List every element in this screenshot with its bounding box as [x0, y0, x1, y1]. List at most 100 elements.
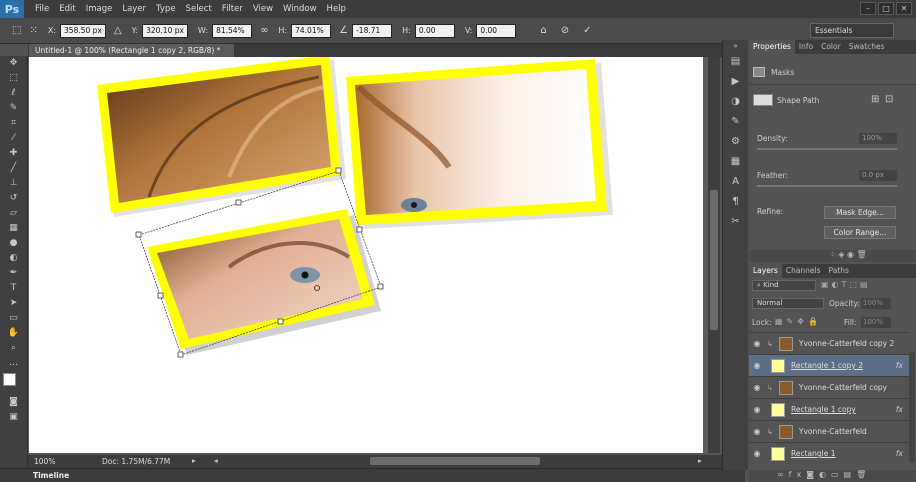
- layer-thumbnail[interactable]: [778, 380, 793, 395]
- properties-footer-icons[interactable]: ⁘ ◈ ◉ 🗑: [749, 250, 916, 262]
- layer-name[interactable]: Rectangle 1 copy: [791, 405, 896, 414]
- menu-edit[interactable]: Edit: [54, 0, 80, 18]
- layer-row[interactable]: ◉ ↳ Yvonne-Catterfeld: [749, 420, 909, 442]
- layer-thumbnail[interactable]: [771, 446, 785, 461]
- layer-row[interactable]: ◉ Rectangle 1 fx: [749, 442, 909, 464]
- canvas[interactable]: [29, 57, 703, 453]
- document-tab[interactable]: Untitled-1 @ 100% (Rectangle 1 copy 2, R…: [29, 44, 234, 68]
- brush-tool-icon[interactable]: ╱: [0, 161, 27, 176]
- commit-transform-icon[interactable]: ✓: [583, 25, 591, 36]
- layer-name[interactable]: Rectangle 1 copy 2: [791, 361, 896, 370]
- h-skew-field[interactable]: 0.00: [414, 23, 455, 38]
- tool-presets-icon[interactable]: ⚙: [723, 132, 748, 152]
- layer-thumbnail[interactable]: [771, 358, 785, 373]
- paragraph-panel-icon[interactable]: ¶: [723, 192, 748, 212]
- visibility-eye-icon[interactable]: ◉: [749, 427, 765, 436]
- scroll-left-icon[interactable]: ◂: [214, 456, 218, 465]
- tab-layers[interactable]: Layers: [749, 264, 782, 278]
- hand-tool-icon[interactable]: ✋: [0, 326, 27, 341]
- actions-panel-icon[interactable]: ▶: [723, 72, 748, 92]
- brush-panel-icon[interactable]: ✎: [723, 112, 748, 132]
- history-brush-icon[interactable]: ↺: [0, 191, 27, 206]
- feather-slider[interactable]: [757, 185, 897, 187]
- layer-row[interactable]: ◉ ↳ Yvonne-Catterfeld copy 2: [749, 332, 909, 354]
- v-skew-field[interactable]: 0.00: [476, 23, 517, 38]
- path-select-tool-icon[interactable]: ➤: [0, 296, 27, 311]
- menu-select[interactable]: Select: [181, 0, 217, 18]
- zoom-tool-icon[interactable]: ⌕: [0, 341, 27, 356]
- menu-type[interactable]: Type: [151, 0, 181, 18]
- shape-tool-icon[interactable]: ▭: [0, 311, 27, 326]
- lock-icons[interactable]: ▦✎✥🔒: [775, 317, 822, 326]
- color-swatches[interactable]: [0, 371, 27, 395]
- menu-filter[interactable]: Filter: [217, 0, 248, 18]
- layer-row[interactable]: ◉ ↳ Yvonne-Catterfeld copy: [749, 376, 909, 398]
- x-field[interactable]: 358.50 px: [60, 23, 106, 38]
- visibility-eye-icon[interactable]: ◉: [749, 405, 765, 414]
- layer-thumbnail[interactable]: [778, 336, 793, 351]
- transform-tool-icon[interactable]: ⬚: [12, 25, 21, 36]
- vertical-scroll-thumb[interactable]: [710, 190, 718, 330]
- status-menu-arrow-icon[interactable]: ▸: [192, 456, 196, 465]
- collapse-panels-icon[interactable]: »: [723, 40, 748, 52]
- menu-help[interactable]: Help: [322, 0, 351, 18]
- tab-color[interactable]: Color: [817, 40, 845, 54]
- layer-effects-icon[interactable]: fx: [896, 449, 903, 458]
- marquee-tool-icon[interactable]: ⬚: [0, 71, 27, 86]
- visibility-eye-icon[interactable]: ◉: [749, 449, 765, 458]
- menu-window[interactable]: Window: [278, 0, 322, 18]
- opacity-field[interactable]: 100%: [861, 298, 891, 309]
- layer-effects-icon[interactable]: fx: [896, 361, 903, 370]
- gradient-tool-icon[interactable]: ▦: [0, 221, 27, 236]
- tab-paths[interactable]: Paths: [825, 264, 853, 278]
- workspace-select[interactable]: Essentials: [810, 23, 894, 38]
- layer-thumbnail[interactable]: [771, 402, 785, 417]
- y-field[interactable]: 320.10 px: [142, 23, 188, 38]
- tab-info[interactable]: Info: [795, 40, 817, 54]
- dodge-tool-icon[interactable]: ◐: [0, 251, 27, 266]
- horizontal-scroll-thumb[interactable]: [370, 457, 540, 465]
- kind-filter-select[interactable]: ⌕ Kind: [752, 280, 816, 291]
- layer-row[interactable]: ◉ Rectangle 1 copy fx: [749, 398, 909, 420]
- lasso-tool-icon[interactable]: ℓ: [0, 86, 27, 101]
- fill-field[interactable]: 100%: [861, 317, 891, 328]
- history-panel-icon[interactable]: ▤: [723, 52, 748, 72]
- foreground-color-swatch[interactable]: [3, 373, 16, 386]
- feather-field[interactable]: 0.0 px: [859, 170, 897, 181]
- eraser-tool-icon[interactable]: ▱: [0, 206, 27, 221]
- color-range-button[interactable]: Color Range...: [824, 226, 896, 239]
- tab-swatches[interactable]: Swatches: [845, 40, 889, 54]
- layer-row[interactable]: ◉ Rectangle 1 copy 2 fx: [749, 354, 909, 376]
- adjustments-panel-icon[interactable]: ◑: [723, 92, 748, 112]
- width-field[interactable]: 81.54%: [212, 23, 253, 38]
- tools-panel-icon[interactable]: ✂: [723, 212, 748, 232]
- scroll-right-icon[interactable]: ▸: [698, 456, 702, 465]
- visibility-eye-icon[interactable]: ◉: [749, 339, 765, 348]
- pen-tool-icon[interactable]: ✒: [0, 266, 27, 281]
- blur-tool-icon[interactable]: ●: [0, 236, 27, 251]
- extra-tools-icon[interactable]: …: [0, 356, 27, 371]
- character-panel-icon[interactable]: A: [723, 172, 748, 192]
- layer-filter-icons[interactable]: ▣◐T⬚▤: [821, 280, 871, 289]
- menu-layer[interactable]: Layer: [117, 0, 151, 18]
- close-button[interactable]: ✕: [896, 2, 912, 15]
- density-field[interactable]: 100%: [859, 133, 897, 144]
- vector-mask-thumb[interactable]: [753, 94, 773, 106]
- height-field[interactable]: 74.01%: [291, 23, 332, 38]
- eyedropper-tool-icon[interactable]: ⁄: [0, 131, 27, 146]
- timeline-panel-tab[interactable]: Timeline: [0, 468, 745, 482]
- layers-footer-icons[interactable]: ∞fx◙◐▭▤🗑: [749, 470, 916, 482]
- menu-file[interactable]: File: [30, 0, 54, 18]
- maximize-button[interactable]: □: [878, 2, 894, 15]
- warp-icon[interactable]: ⌂: [540, 25, 546, 36]
- clone-source-icon[interactable]: ▦: [723, 152, 748, 172]
- angle-field[interactable]: -18.71: [352, 23, 393, 38]
- tab-properties[interactable]: Properties: [749, 40, 795, 54]
- layer-name[interactable]: Yvonne-Catterfeld: [799, 427, 903, 436]
- layer-thumbnail[interactable]: [778, 424, 793, 439]
- move-tool-icon[interactable]: ✥: [0, 56, 27, 71]
- link-icon[interactable]: ∞: [260, 25, 268, 36]
- layer-name[interactable]: Yvonne-Catterfeld copy 2: [799, 339, 903, 348]
- healing-tool-icon[interactable]: ✚: [0, 146, 27, 161]
- add-vector-mask-icon[interactable]: ⊡: [885, 94, 893, 105]
